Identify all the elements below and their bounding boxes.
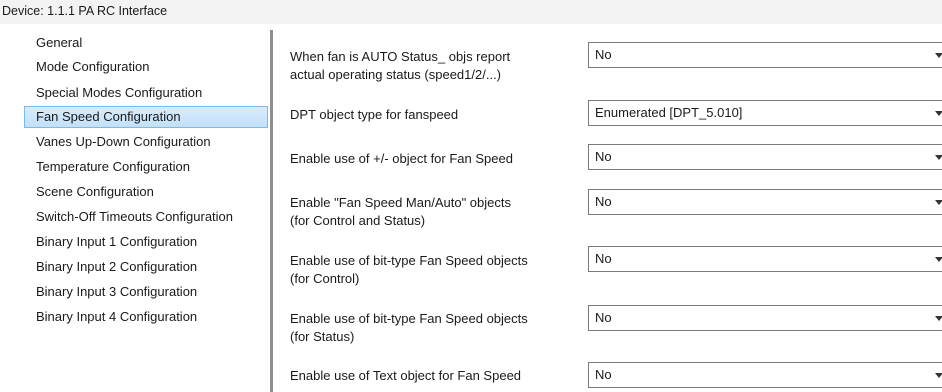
sidebar-item-binary-input-4-configuration[interactable]: Binary Input 4 Configuration [22,306,268,328]
bit-type-control-select[interactable]: No [588,246,942,272]
sidebar-item-mode-configuration[interactable]: Mode Configuration [22,56,268,78]
param-label-text-object: Enable use of Text object for Fan Speed [290,368,522,383]
sidebar-item-binary-input-1-configuration[interactable]: Binary Input 1 Configuration [22,231,268,253]
param-label-bit-type-status: Enable use of bit-type Fan Speed objects… [290,311,528,344]
sidebar-item-binary-input-3-configuration[interactable]: Binary Input 3 Configuration [22,281,268,303]
param-label-man-auto-objects: Enable "Fan Speed Man/Auto" objects (for… [290,195,511,228]
dpt-fanspeed-select[interactable]: Enumerated [DPT_5.010] [588,100,942,126]
sidebar-item-vanes-up-down-configuration[interactable]: Vanes Up-Down Configuration [22,131,268,153]
sidebar-item-general[interactable]: General [22,32,268,54]
panel-divider[interactable] [270,30,273,392]
text-object-select[interactable]: No [588,362,942,388]
sidebar-item-special-modes-configuration[interactable]: Special Modes Configuration [22,82,268,104]
sidebar-item-fan-speed-configuration[interactable]: Fan Speed Configuration [24,106,268,128]
sidebar-item-temperature-configuration[interactable]: Temperature Configuration [22,156,268,178]
param-label-bit-type-control: Enable use of bit-type Fan Speed objects… [290,253,528,286]
dropdown-arrow-icon[interactable] [935,53,942,58]
plus-minus-object-select[interactable]: No [588,144,942,170]
dropdown-arrow-icon[interactable] [935,373,942,378]
dropdown-arrow-icon[interactable] [935,111,942,116]
auto-status-report-select[interactable]: No [588,42,942,68]
sidebar-item-switch-off-timeouts-configuration[interactable]: Switch-Off Timeouts Configuration [22,206,268,228]
bit-type-status-select[interactable]: No [588,305,942,331]
param-label-auto-status-report: When fan is AUTO Status_ objs report act… [290,49,511,82]
device-title: Device: 1.1.1 PA RC Interface [0,0,942,24]
man-auto-objects-select[interactable]: No [588,189,942,215]
dropdown-arrow-icon[interactable] [935,257,942,262]
sidebar-item-binary-input-2-configuration[interactable]: Binary Input 2 Configuration [22,256,268,278]
dropdown-arrow-icon[interactable] [935,200,942,205]
sidebar-nav: General Mode Configuration Special Modes… [22,32,268,392]
param-label-plus-minus-object: Enable use of +/- object for Fan Speed [290,151,513,166]
sidebar-item-scene-configuration[interactable]: Scene Configuration [22,181,268,203]
param-label-dpt-fanspeed: DPT object type for fanspeed [290,107,459,122]
dropdown-arrow-icon[interactable] [935,316,942,321]
dropdown-arrow-icon[interactable] [935,155,942,160]
